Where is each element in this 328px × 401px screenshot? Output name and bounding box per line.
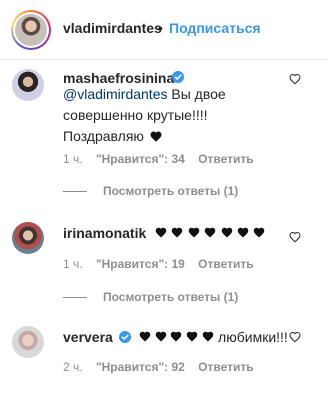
black-heart-icon [221, 227, 232, 238]
replies-divider [63, 191, 87, 193]
comment-line: irinamonatik [63, 225, 265, 243]
author-username[interactable]: vladimirdantes [63, 20, 162, 36]
black-heart-icon [188, 227, 199, 238]
comment-time[interactable]: 1 ч. [63, 152, 83, 166]
comment-text-line-2: совершенно крутые!!!! [63, 107, 208, 123]
black-heart-icon [204, 227, 216, 238]
black-heart-icon [202, 331, 214, 342]
like-heart-icon[interactable] [289, 231, 301, 243]
comment-likes[interactable]: "Нравится": 34 [96, 152, 185, 166]
replies-divider [63, 297, 87, 299]
comment-time[interactable]: 2 ч. [63, 360, 83, 374]
black-heart-icon [155, 227, 166, 238]
black-heart-icon [155, 331, 166, 342]
mention-link[interactable]: @vladimirdantes [63, 86, 167, 102]
view-replies-button[interactable]: Посмотреть ответы (1) [63, 184, 238, 198]
author-avatar[interactable] [11, 10, 51, 50]
reply-button[interactable]: Ответить [198, 152, 253, 166]
comment-text-line-3: Поздравляю [63, 126, 162, 146]
comment-text-line-1: @vladimirdantes Вы двое [63, 86, 226, 102]
black-heart-icon [150, 131, 162, 142]
comment-line: ververa любимки!!! [63, 329, 288, 345]
reply-button[interactable]: Ответить [198, 257, 253, 271]
black-hearts [155, 225, 266, 243]
comment-username[interactable]: ververa [63, 329, 113, 345]
reply-button[interactable]: Ответить [198, 360, 253, 374]
comment-meta: 2 ч. "Нравится": 92 Ответить [63, 360, 254, 374]
comment-meta: 1 ч. "Нравится": 34 Ответить [63, 152, 254, 166]
like-heart-icon[interactable] [289, 331, 301, 343]
header-separator: • [158, 20, 163, 36]
black-heart-icon [254, 227, 265, 238]
comment-time[interactable]: 1 ч. [63, 257, 83, 271]
comment-meta: 1 ч. "Нравится": 19 Ответить [63, 257, 254, 271]
verified-badge-icon [118, 331, 131, 343]
like-heart-icon[interactable] [289, 73, 301, 85]
commenter-avatar[interactable] [12, 69, 44, 101]
black-heart-icon [171, 227, 183, 238]
black-heart-icon [171, 331, 182, 342]
commenter-avatar[interactable] [12, 326, 44, 358]
black-heart-icon [139, 331, 150, 342]
post-header: vladimirdantes • Подписаться [0, 0, 328, 60]
view-replies-button[interactable]: Посмотреть ответы (1) [63, 290, 238, 304]
comment-text: любимки!!! [214, 329, 288, 345]
black-heart-icon [187, 331, 198, 342]
commenter-avatar[interactable] [12, 222, 44, 254]
black-hearts [139, 329, 215, 345]
black-heart-icon [237, 227, 249, 238]
follow-button[interactable]: Подписаться [169, 20, 261, 36]
comment-likes[interactable]: "Нравится": 92 [96, 360, 185, 374]
comment-username[interactable]: irinamonatik [63, 225, 146, 241]
comment-likes[interactable]: "Нравится": 19 [96, 257, 185, 271]
verified-badge-icon [172, 71, 184, 83]
